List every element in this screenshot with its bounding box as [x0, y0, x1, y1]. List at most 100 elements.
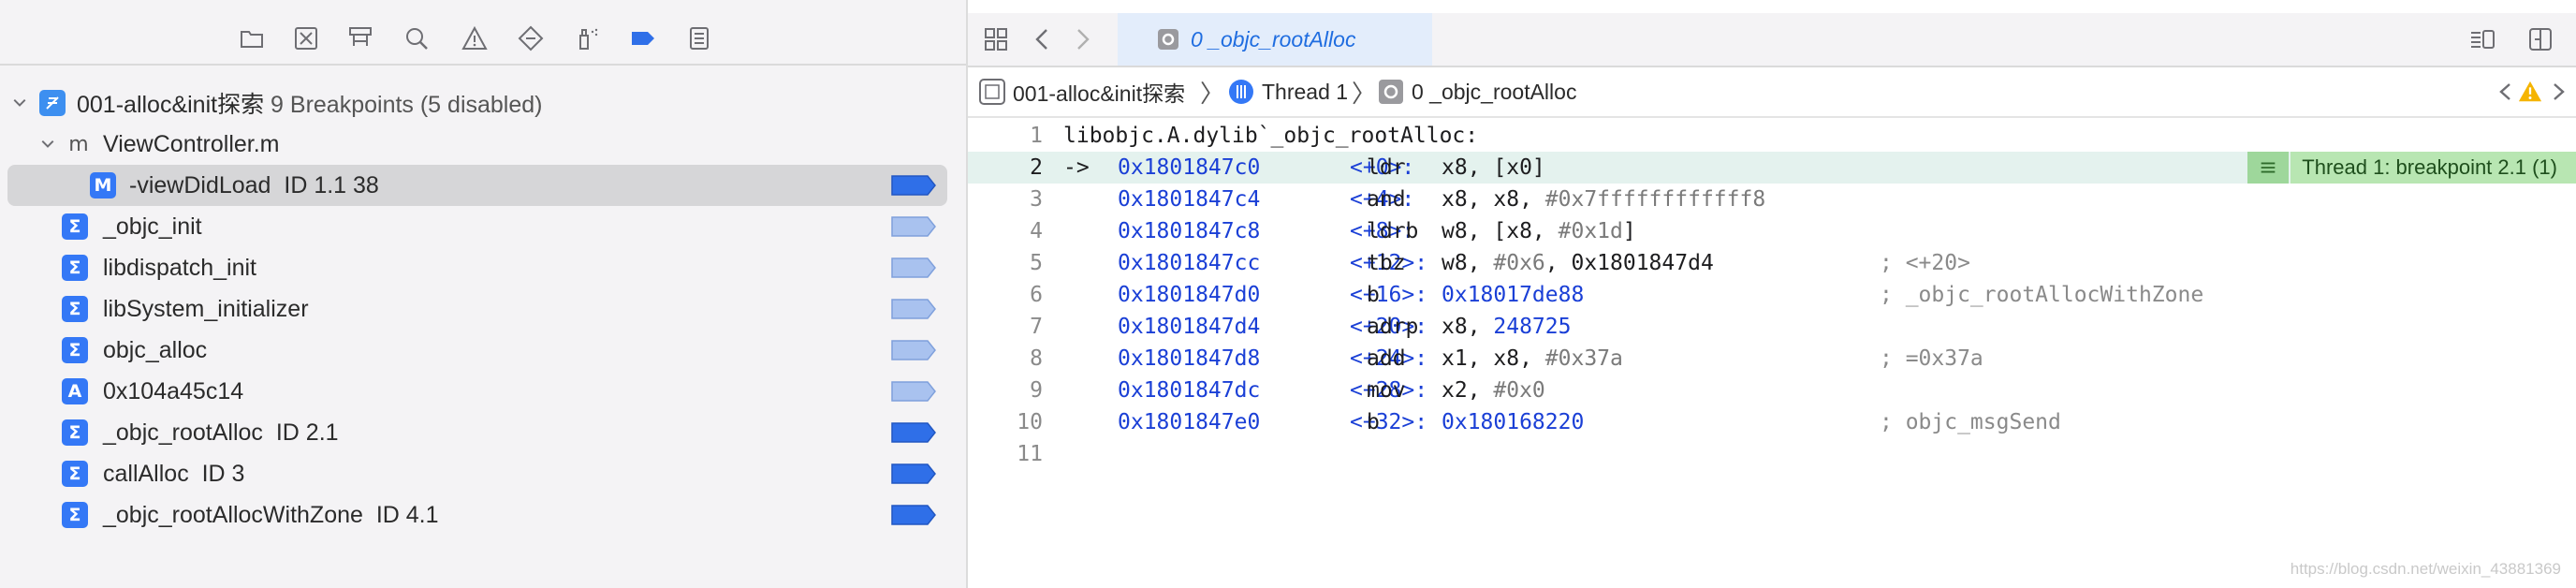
- method-icon: M: [90, 172, 116, 198]
- breakpoint-annotation[interactable]: Thread 1: breakpoint 2.1 (1): [2247, 152, 2576, 184]
- breakpoint-row[interactable]: M -viewDidLoad ID 1.1 38: [0, 165, 966, 206]
- breakpoint-row[interactable]: Σ _objc_init: [0, 206, 966, 247]
- code-line-current[interactable]: 2 -> 0x1801847c0 <+0>: ldr x8, [x0] Thread 1: …: [968, 152, 2576, 184]
- breakpoint-label: -viewDidLoad: [129, 171, 271, 198]
- chevron-down-icon[interactable]: [37, 134, 58, 154]
- symbolic-breakpoint-icon: Σ: [62, 296, 88, 322]
- grid-icon[interactable]: [981, 24, 1011, 54]
- project-row[interactable]: 001-alloc&init探索 9 Breakpoints (5 disabl…: [0, 82, 966, 124]
- operands: w8, [x8, #0x1d]: [1442, 215, 1636, 247]
- symbolic-breakpoint-icon: Σ: [62, 255, 88, 281]
- breakpoint-disabled-icon[interactable]: [891, 381, 936, 402]
- hierarchy-icon[interactable]: [344, 22, 376, 54]
- code-line[interactable]: 5 0x1801847cc <+12>: tbz w8, #0x6, 0x1801847…: [968, 247, 2576, 279]
- breakpoint-disabled-icon[interactable]: [891, 257, 936, 278]
- split-editor-icon[interactable]: [2525, 24, 2555, 54]
- operands: 0x18017de88: [1442, 279, 1584, 311]
- instruction-comment: ; _objc_rootAllocWithZone: [1880, 283, 2204, 307]
- breakpoint-row[interactable]: Σ _objc_rootAlloc ID 2.1: [0, 412, 966, 453]
- line-number: 8: [1030, 346, 1043, 371]
- source-control-icon[interactable]: [290, 22, 322, 54]
- mnemonic: ldr: [1367, 155, 1406, 180]
- code-line[interactable]: 6 0x1801847d0 <+16>: b 0x18017de88 ; _objc_ro…: [968, 279, 2576, 311]
- tab-active[interactable]: 0 _objc_rootAlloc: [1118, 13, 1432, 66]
- breakpoint-detail: ID 2.1: [275, 419, 339, 446]
- folder-icon[interactable]: [236, 22, 268, 54]
- address-breakpoint-icon: A: [62, 378, 88, 404]
- breakpoint-label: objc_alloc: [103, 336, 208, 363]
- breadcrumb-thread[interactable]: Thread 1: [1228, 79, 1348, 105]
- breakpoint-row[interactable]: ΣlibSystem_initializer: [0, 288, 966, 330]
- breakpoint-enabled-icon[interactable]: [891, 463, 936, 484]
- test-diamond-icon[interactable]: [515, 22, 547, 54]
- gear-file-icon: [1158, 29, 1178, 50]
- mnemonic: mov: [1367, 378, 1406, 403]
- breadcrumb-frame[interactable]: 0 _objc_rootAlloc: [1378, 79, 1576, 105]
- debug-spray-icon[interactable]: [571, 22, 603, 54]
- breakpoint-disabled-icon[interactable]: [891, 216, 936, 237]
- breakpoint-enabled-icon[interactable]: [891, 505, 936, 525]
- mnemonic: b: [1367, 283, 1380, 307]
- symbolic-breakpoint-icon: Σ: [62, 419, 88, 446]
- symbolic-breakpoint-icon: Σ: [62, 461, 88, 487]
- search-icon[interactable]: [401, 22, 432, 54]
- breakpoint-row[interactable]: A 0x104a45c14: [0, 371, 966, 412]
- breakpoint-label-group: _objc_init: [103, 213, 202, 241]
- breadcrumb-project[interactable]: 001-alloc&init探索: [979, 76, 1185, 108]
- chevron-right-icon: 〉: [1200, 79, 1225, 108]
- line-number: 7: [1030, 315, 1043, 339]
- next-issue-icon[interactable]: [2550, 79, 2569, 105]
- symbol-header: libobjc.A.dylib`_objc_rootAlloc:: [1063, 124, 1479, 148]
- navigator-toolbar: [0, 13, 966, 66]
- editor-options-icon[interactable]: [2467, 24, 2497, 54]
- code-line[interactable]: 11: [968, 438, 2576, 470]
- breakpoint-row[interactable]: Σ _objc_rootAllocWithZone ID 4.1: [0, 494, 966, 536]
- code-line[interactable]: 3 0x1801847c4 <+4>: and x8, x8, #0x7ffffffff…: [968, 184, 2576, 215]
- xcode-project-icon: [979, 79, 1005, 105]
- operand-part: x2,: [1442, 378, 1494, 403]
- operands: x1, x8, #0x37a: [1442, 343, 1623, 375]
- breakpoint-disabled-icon[interactable]: [891, 299, 936, 319]
- code-line[interactable]: 10 0x1801847e0 <+32>: b 0x180168220 ; objc_ms…: [968, 406, 2576, 438]
- xcode-project-icon: [39, 90, 66, 116]
- mnemonic: ldrb: [1367, 219, 1419, 243]
- code-line[interactable]: 1 libobjc.A.dylib`_objc_rootAlloc:: [968, 120, 2576, 152]
- breakpoint-row[interactable]: Σlibdispatch_init: [0, 247, 966, 288]
- code-line[interactable]: 4 0x1801847c8 <+8>: ldrb w8, [x8, #0x1d]: [968, 215, 2576, 247]
- breakpoint-row[interactable]: ΣcallAlloc ID 3: [0, 453, 966, 494]
- chevron-down-icon[interactable]: [9, 93, 30, 113]
- chevron-right-icon: 〉: [1352, 79, 1377, 108]
- line-number: 4: [1030, 219, 1043, 243]
- instruction-comment: ; =0x37a: [1880, 346, 1983, 371]
- operand-part: #0x1d: [1558, 219, 1623, 243]
- warning-icon[interactable]: [2518, 80, 2542, 104]
- mnemonic: add: [1367, 346, 1406, 371]
- breakpoint-label-group: 0x104a45c14: [103, 378, 243, 405]
- breakpoint-tag-icon[interactable]: [627, 22, 659, 54]
- breakpoint-label-group: _objc_rootAllocWithZone ID 4.1: [103, 502, 439, 529]
- annotation-menu-icon[interactable]: [2247, 152, 2290, 184]
- breakpoint-label-group: callAlloc ID 3: [103, 461, 244, 488]
- code-line[interactable]: 7 0x1801847d4 <+20>: adrp x8, 248725: [968, 311, 2576, 343]
- operand-part: , 0x1801847d4: [1544, 251, 1714, 275]
- code-line[interactable]: 8 0x1801847d8 <+24>: add x1, x8, #0x37a; =0x…: [968, 343, 2576, 375]
- issue-warning-icon[interactable]: [459, 22, 490, 54]
- file-row[interactable]: m ViewController.m: [0, 124, 966, 165]
- breakpoint-enabled-icon[interactable]: [891, 175, 936, 196]
- breakpoint-row[interactable]: Σobjc_alloc: [0, 330, 966, 371]
- operand-part: #0x37a: [1544, 346, 1623, 371]
- breakpoint-enabled-icon[interactable]: [891, 422, 936, 443]
- breadcrumb-frame-label: 0 _objc_rootAlloc: [1412, 79, 1577, 104]
- line-number: 6: [1030, 283, 1043, 307]
- back-chevron-icon[interactable]: [1028, 24, 1058, 54]
- forward-chevron-icon[interactable]: [1067, 24, 1097, 54]
- line-number: 9: [1030, 378, 1043, 403]
- breakpoint-label-group: libSystem_initializer: [103, 296, 309, 323]
- breakpoint-label-group: objc_alloc: [103, 337, 207, 364]
- code-line[interactable]: 9 0x1801847dc <+28>: mov x2, #0x0: [968, 375, 2576, 406]
- breakpoint-disabled-icon[interactable]: [891, 340, 936, 360]
- report-list-icon[interactable]: [683, 22, 715, 54]
- instruction-address: 0x1801847d0: [1118, 283, 1261, 307]
- prev-issue-icon[interactable]: [2496, 79, 2514, 105]
- breakpoint-label-group: _objc_rootAlloc ID 2.1: [103, 419, 339, 447]
